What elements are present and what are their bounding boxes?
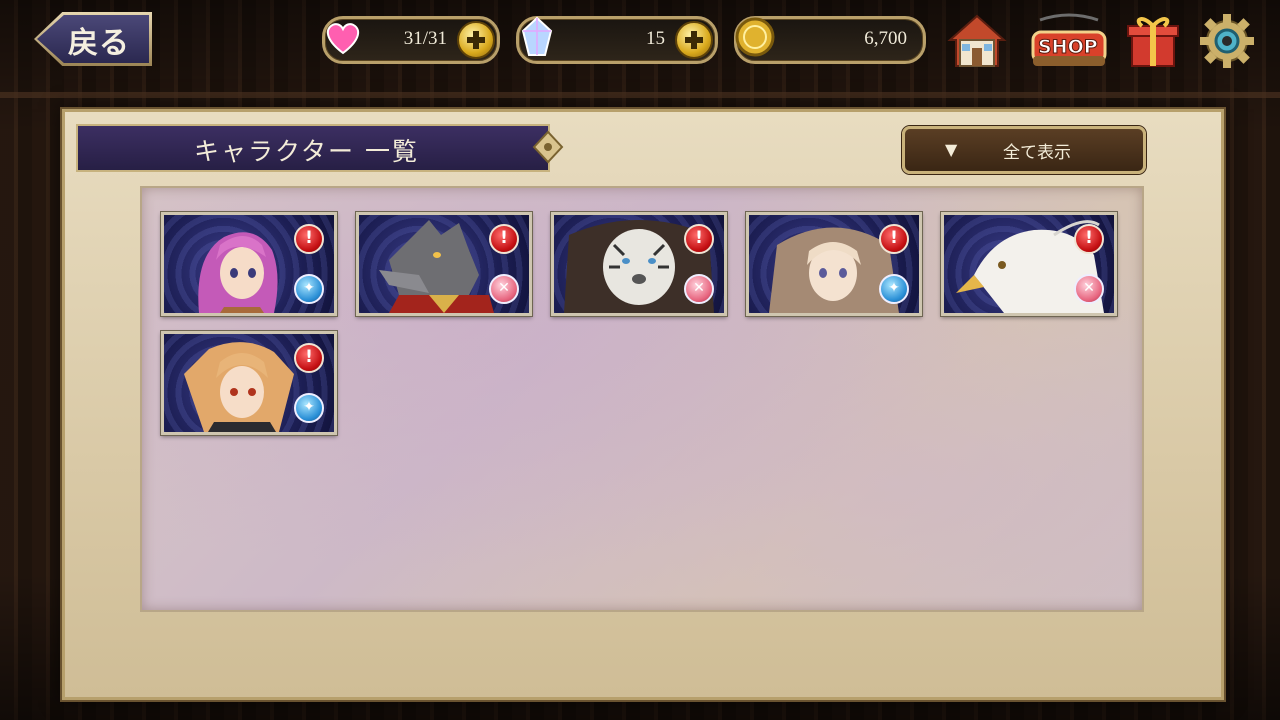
fire-element-icon: ✕ bbox=[1074, 274, 1104, 304]
settings-gear-icon[interactable] bbox=[1196, 10, 1258, 72]
alert-badge: ! bbox=[1074, 224, 1104, 254]
crystal-gem-icon bbox=[521, 16, 553, 56]
character-card[interactable]: ! ✦ bbox=[161, 212, 337, 316]
back-button[interactable]: 戻る bbox=[34, 12, 152, 66]
shop-button[interactable]: SHOP bbox=[1030, 12, 1108, 72]
coin-value: 6,700 bbox=[864, 28, 907, 49]
back-button-label: 戻る bbox=[68, 26, 130, 61]
title-bar: キャラクター 一覧 bbox=[76, 124, 550, 172]
alert-badge: ! bbox=[294, 224, 324, 254]
character-card[interactable]: ! ✕ bbox=[356, 212, 532, 316]
character-card[interactable]: ! ✕ bbox=[941, 212, 1117, 316]
gem-counter: 15 bbox=[516, 16, 718, 64]
gold-coin-icon bbox=[735, 17, 775, 57]
add-stamina-button[interactable] bbox=[457, 21, 495, 59]
filter-dropdown[interactable]: ▼ 全て表示 bbox=[902, 126, 1146, 174]
home-icon[interactable] bbox=[946, 10, 1008, 72]
heart-icon bbox=[326, 23, 360, 55]
alert-badge: ! bbox=[489, 224, 519, 254]
character-card[interactable]: ! ✕ bbox=[551, 212, 727, 316]
fire-element-icon: ✕ bbox=[489, 274, 519, 304]
shop-label: SHOP bbox=[1038, 36, 1099, 59]
page-title: キャラクター 一覧 bbox=[194, 137, 419, 166]
coin-counter: 6,700 bbox=[734, 16, 926, 64]
fleur-ornament-icon bbox=[532, 130, 564, 164]
shelf-decor bbox=[0, 92, 1280, 98]
character-card[interactable]: ! ✦ bbox=[746, 212, 922, 316]
stamina-value: 31/31 bbox=[403, 28, 447, 49]
alert-badge: ! bbox=[294, 343, 324, 373]
alert-badge: ! bbox=[684, 224, 714, 254]
stamina-counter: 31/31 bbox=[322, 16, 500, 64]
gift-icon[interactable] bbox=[1122, 10, 1184, 72]
alert-badge: ! bbox=[879, 224, 909, 254]
character-card[interactable]: ! ✦ bbox=[161, 331, 337, 435]
gem-value: 15 bbox=[646, 28, 665, 49]
water-element-icon: ✦ bbox=[879, 274, 909, 304]
add-gem-button[interactable] bbox=[675, 21, 713, 59]
dropdown-arrow-icon: ▼ bbox=[945, 140, 958, 159]
fire-element-icon: ✕ bbox=[684, 274, 714, 304]
water-element-icon: ✦ bbox=[294, 393, 324, 423]
water-element-icon: ✦ bbox=[294, 274, 324, 304]
filter-label: 全て表示 bbox=[1003, 143, 1071, 163]
